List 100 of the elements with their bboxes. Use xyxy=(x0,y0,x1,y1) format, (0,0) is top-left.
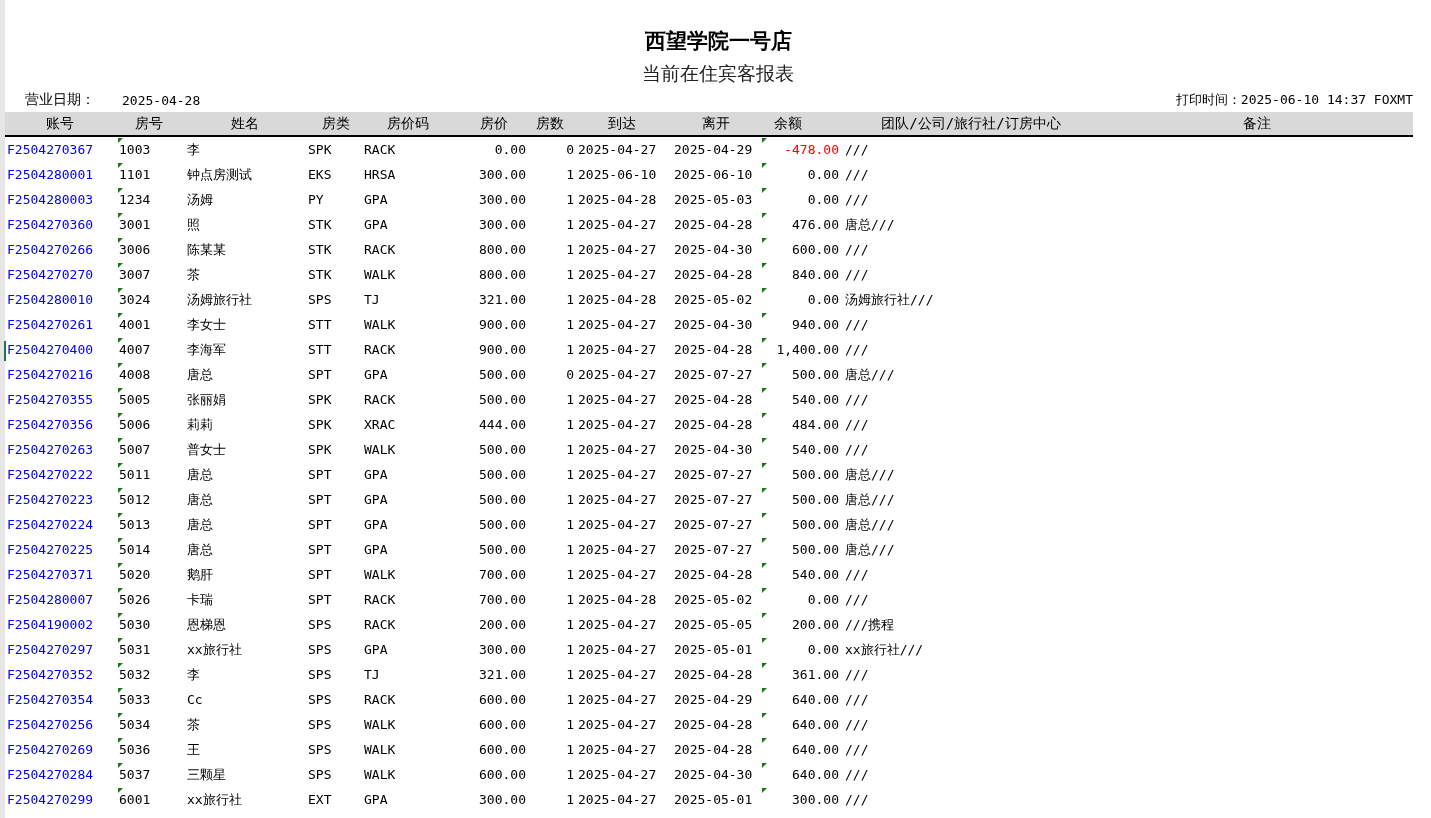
account-link[interactable]: F2504280001 xyxy=(5,162,115,187)
table-cell-text: 唐总 xyxy=(186,516,214,534)
cell-corner-marker-icon xyxy=(118,138,123,143)
table-cell-text: RACK xyxy=(364,591,397,609)
table-cell-text: 唐总/// xyxy=(844,541,896,559)
table-cell-text: -478.00 xyxy=(783,142,840,158)
account-link[interactable]: F2504270284 xyxy=(5,762,115,787)
table-cell-text: 卡瑞 xyxy=(186,591,214,609)
account-link[interactable]: F2504270263 xyxy=(5,437,115,462)
account-link[interactable]: F2504270266 xyxy=(5,237,115,262)
table-cell-text: GPA xyxy=(364,541,389,559)
table-cell-text: /// xyxy=(844,716,870,734)
table-cell-text: /// xyxy=(844,166,870,184)
table-cell-text: 5005 xyxy=(118,392,152,408)
account-link[interactable]: F2504270224 xyxy=(5,512,115,537)
account-link[interactable]: F2504270297 xyxy=(5,637,115,662)
table-cell-text: 476.00 xyxy=(791,217,840,233)
table-cell-text: 唐总/// xyxy=(844,491,896,509)
account-link[interactable]: F2504270352 xyxy=(5,662,115,687)
table-cell-text: 540.00 xyxy=(791,392,840,408)
account-link[interactable]: F2504270355 xyxy=(5,387,115,412)
table-cell-text: SPK xyxy=(307,141,333,159)
table-cell-text: 5011 xyxy=(118,467,152,483)
cell-corner-marker-icon xyxy=(762,188,767,193)
table-cell-text: 900.00 xyxy=(478,316,526,334)
table-cell-text: 640.00 xyxy=(791,717,840,733)
table-cell-text: xx旅行社/// xyxy=(844,641,925,659)
table-cell-text: 李 xyxy=(186,141,201,159)
table-cell-text: SPS xyxy=(307,291,333,309)
table-cell-text: /// xyxy=(844,791,870,809)
account-link[interactable]: F2504270216 xyxy=(5,362,115,387)
table-cell-text: STT xyxy=(307,341,333,359)
table-cell-text: 2025-05-02 xyxy=(673,291,754,309)
table-cell-text: ///携程 xyxy=(844,616,896,634)
cell-corner-marker-icon xyxy=(762,163,767,168)
account-link[interactable]: F2504280003 xyxy=(5,187,115,212)
cell-corner-marker-icon xyxy=(118,638,123,643)
account-link[interactable]: F2504270225 xyxy=(5,537,115,562)
table-cell-text: 5026 xyxy=(118,592,152,608)
cell-corner-marker-icon xyxy=(118,788,123,793)
table-cell-text: SPS xyxy=(307,691,333,709)
cell-corner-marker-icon xyxy=(762,763,767,768)
account-link[interactable]: F2504270223 xyxy=(5,487,115,512)
table-cell-text: RACK xyxy=(364,141,397,159)
column-header: 房类 xyxy=(320,114,351,133)
cell-corner-marker-icon xyxy=(762,713,767,718)
account-link[interactable]: F2504270400 xyxy=(5,337,115,362)
table-cell-text: 500.00 xyxy=(791,492,840,508)
table-cell-text: 0.00 xyxy=(806,592,840,608)
table-cell-text: 5030 xyxy=(118,617,152,633)
table-cell-text: 0.00 xyxy=(806,292,840,308)
account-link[interactable]: F2504280010 xyxy=(5,287,115,312)
account-link[interactable]: F2504270299 xyxy=(5,787,115,812)
cell-corner-marker-icon xyxy=(762,638,767,643)
table-cell-text: 2025-04-29 xyxy=(673,691,754,709)
account-link[interactable]: F2504280007 xyxy=(5,587,115,612)
account-link[interactable]: F2504270354 xyxy=(5,687,115,712)
column-header: 房数 xyxy=(535,114,565,133)
cell-corner-marker-icon xyxy=(118,288,123,293)
table-cell-text: 5031 xyxy=(118,642,152,658)
table-cell-text: 鹅肝 xyxy=(186,566,214,584)
account-link[interactable]: F2504270360 xyxy=(5,212,115,237)
table-cell-text: WALK xyxy=(364,566,397,584)
table-cell-text: GPA xyxy=(364,366,389,384)
account-link[interactable]: F2504270222 xyxy=(5,462,115,487)
table-cell-text: SPT xyxy=(307,466,333,484)
table-cell-text: /// xyxy=(844,441,870,459)
table-cell-text: /// xyxy=(844,691,870,709)
account-link[interactable]: F2504270356 xyxy=(5,412,115,437)
table-cell-text: 4007 xyxy=(118,342,152,358)
account-link[interactable]: F2504190002 xyxy=(5,612,115,637)
table-cell-text: 500.00 xyxy=(478,441,526,459)
table-cell-text: 500.00 xyxy=(478,541,526,559)
table-cell-text: 4008 xyxy=(118,367,152,383)
account-link[interactable]: F2504270371 xyxy=(5,562,115,587)
table-cell-text: SPK xyxy=(307,391,333,409)
table-cell-text: 0.00 xyxy=(806,192,840,208)
table-cell-text: xx旅行社 xyxy=(186,791,243,809)
table-cell-text: 2025-04-27 xyxy=(577,366,658,384)
cell-corner-marker-icon xyxy=(762,363,767,368)
cell-corner-marker-icon xyxy=(118,388,123,393)
cell-corner-marker-icon xyxy=(118,413,123,418)
account-link[interactable]: F2504270261 xyxy=(5,312,115,337)
table-cell-text: STK xyxy=(307,216,333,234)
account-link[interactable]: F2504270269 xyxy=(5,737,115,762)
table-cell-text: GPA xyxy=(364,791,389,809)
table-cell-text: HRSA xyxy=(364,166,397,184)
table-cell-text: 940.00 xyxy=(791,317,840,333)
column-header: 账号 xyxy=(45,114,75,133)
table-cell-text: GPA xyxy=(364,191,389,209)
table-cell-text: 王 xyxy=(186,741,201,759)
account-link[interactable]: F2504270256 xyxy=(5,712,115,737)
table-cell-text: 484.00 xyxy=(791,417,840,433)
table-cell-text: 2025-04-27 xyxy=(577,266,658,284)
table-cell-text: 2025-04-27 xyxy=(577,416,658,434)
table-cell-text: 2025-04-28 xyxy=(673,391,754,409)
column-header: 房价 xyxy=(479,114,509,133)
table-cell-text: STK xyxy=(307,241,333,259)
account-link[interactable]: F2504270367 xyxy=(5,137,115,162)
account-link[interactable]: F2504270270 xyxy=(5,262,115,287)
